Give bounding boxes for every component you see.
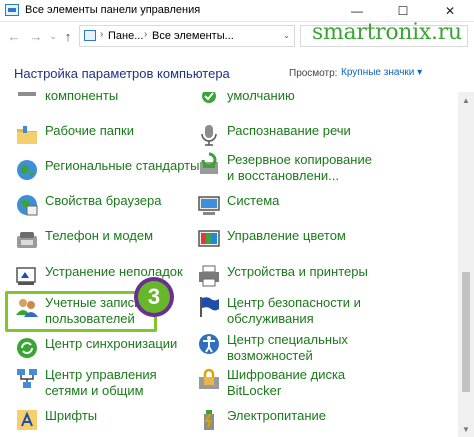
- item-label: Региональные стандарты: [45, 158, 200, 173]
- default-programs-icon: [197, 92, 221, 112]
- folder-icon: [15, 123, 39, 147]
- item-label-line2: обслуживания: [227, 311, 314, 326]
- item-internet-options[interactable]: Свойства браузера: [15, 193, 161, 217]
- item-system[interactable]: Система: [197, 193, 279, 217]
- item-label: Шрифты: [45, 408, 98, 423]
- system-icon: [197, 193, 221, 217]
- breadcrumb-control-panel[interactable]: Пане...: [108, 30, 143, 42]
- region-icon: [15, 158, 39, 182]
- power-icon: [197, 408, 221, 432]
- microphone-icon: [197, 123, 221, 147]
- breadcrumb-separator: ›: [100, 29, 104, 40]
- item-power-options[interactable]: Электропитание: [197, 408, 326, 432]
- breadcrumb-separator: ›: [144, 29, 148, 40]
- troubleshoot-icon: [15, 264, 39, 288]
- item-label: Центр управления сетями и общим: [45, 367, 157, 399]
- item-label: умолчанию: [227, 92, 295, 103]
- item-phone-modem[interactable]: Телефон и модем: [15, 228, 153, 252]
- item-speech-recognition[interactable]: Распознавание речи: [197, 123, 351, 147]
- control-panel-icon: [5, 4, 19, 16]
- back-button[interactable]: ←: [6, 28, 22, 44]
- item-color-management[interactable]: Управление цветом: [197, 228, 346, 252]
- item-label: Распознавание речи: [227, 123, 351, 138]
- item-bitlocker[interactable]: Шифрование диска BitLocker: [197, 367, 345, 399]
- scroll-thumb[interactable]: [462, 272, 470, 392]
- network-icon: [15, 367, 39, 391]
- item-label: Устройства и принтеры: [227, 264, 368, 279]
- item-fonts[interactable]: Шрифты: [15, 408, 97, 432]
- item-network-center[interactable]: Центр управления сетями и общим: [15, 367, 157, 399]
- accessibility-icon: [197, 332, 221, 356]
- close-button[interactable]: ✕: [426, 0, 474, 22]
- item-label: Свойства браузера: [45, 193, 162, 208]
- components-icon: [15, 92, 39, 112]
- up-button[interactable]: ↑: [60, 28, 76, 44]
- item-label: Резервное копирование и восстановлени...: [227, 152, 372, 184]
- item-default-programs[interactable]: умолчанию: [197, 92, 295, 112]
- control-panel-icon: [84, 30, 96, 41]
- address-bar[interactable]: › Пане... › Все элементы... ⌄: [79, 25, 295, 47]
- item-label: Система: [227, 193, 280, 208]
- item-region[interactable]: Региональные стандарты: [15, 158, 199, 182]
- maximize-button[interactable]: ☐: [380, 0, 426, 22]
- item-label: Шифрование диска BitLocker: [227, 367, 345, 399]
- item-label-line2: возможностей: [227, 348, 313, 363]
- item-label-line1: Резервное копирование: [227, 152, 372, 167]
- item-label: Центр безопасности и обслуживания: [227, 295, 361, 327]
- item-label-line1: Центр управления: [45, 367, 157, 382]
- control-panel-items: компоненты Рабочие папки Региональные ст…: [0, 92, 458, 437]
- item-backup-restore[interactable]: Резервное копирование и восстановлени...: [197, 152, 372, 184]
- item-label-line1: Центр специальных: [227, 332, 348, 347]
- scroll-down-icon[interactable]: ▼: [458, 421, 474, 437]
- phone-icon: [15, 228, 39, 252]
- item-components[interactable]: компоненты: [15, 92, 118, 112]
- content-header: Настройка параметров компьютера Просмотр…: [0, 52, 474, 92]
- printer-icon: [197, 264, 221, 288]
- recent-locations-button[interactable]: ⌄: [45, 28, 61, 44]
- view-mode-dropdown[interactable]: Крупные значки ▾: [341, 67, 422, 78]
- browser-icon: [15, 193, 39, 217]
- window-title: Все элементы панели управления: [25, 4, 201, 16]
- fonts-icon: [15, 408, 39, 432]
- item-label: Центр синхронизации: [45, 336, 178, 351]
- sync-icon: [15, 336, 39, 360]
- title-bar: Все элементы панели управления — ☐ ✕: [0, 0, 474, 22]
- item-label-line2: сетями и общим: [45, 383, 144, 398]
- breadcrumb-all-items[interactable]: Все элементы...: [152, 30, 234, 42]
- item-work-folders[interactable]: Рабочие папки: [15, 123, 134, 147]
- watermark-logo: smartronix.ru: [312, 20, 462, 45]
- item-security-maintenance[interactable]: Центр безопасности и обслуживания: [197, 295, 361, 327]
- item-devices-printers[interactable]: Устройства и принтеры: [197, 264, 368, 288]
- step-number: 3: [138, 281, 170, 313]
- scroll-up-icon[interactable]: ▲: [458, 92, 474, 108]
- address-dropdown-icon[interactable]: ⌄: [283, 31, 290, 40]
- flag-icon: [197, 295, 221, 319]
- item-label: Управление цветом: [227, 228, 346, 243]
- bitlocker-icon: [197, 367, 221, 391]
- item-sync-center[interactable]: Центр синхронизации: [15, 336, 177, 360]
- item-label: компоненты: [45, 92, 119, 103]
- item-label: Центр специальных возможностей: [227, 332, 348, 364]
- vertical-scrollbar[interactable]: ▲ ▼: [458, 92, 474, 437]
- item-label-line1: Шифрование диска: [227, 367, 346, 382]
- minimize-button[interactable]: —: [334, 0, 380, 22]
- item-label: Электропитание: [227, 408, 326, 423]
- backup-icon: [197, 152, 221, 176]
- step-badge: 3: [134, 277, 174, 317]
- item-label: Рабочие папки: [45, 123, 134, 138]
- item-label-line2: и восстановлени...: [227, 168, 340, 183]
- item-label-line2: BitLocker: [227, 383, 282, 398]
- color-icon: [197, 228, 221, 252]
- page-title: Настройка параметров компьютера: [14, 66, 230, 81]
- item-ease-of-access[interactable]: Центр специальных возможностей: [197, 332, 348, 364]
- item-label: Телефон и модем: [45, 228, 154, 243]
- view-label: Просмотр:: [289, 68, 338, 79]
- item-label: Устранение неполадок: [45, 264, 183, 279]
- forward-button[interactable]: →: [28, 28, 44, 44]
- item-label-line1: Центр безопасности и: [227, 295, 361, 310]
